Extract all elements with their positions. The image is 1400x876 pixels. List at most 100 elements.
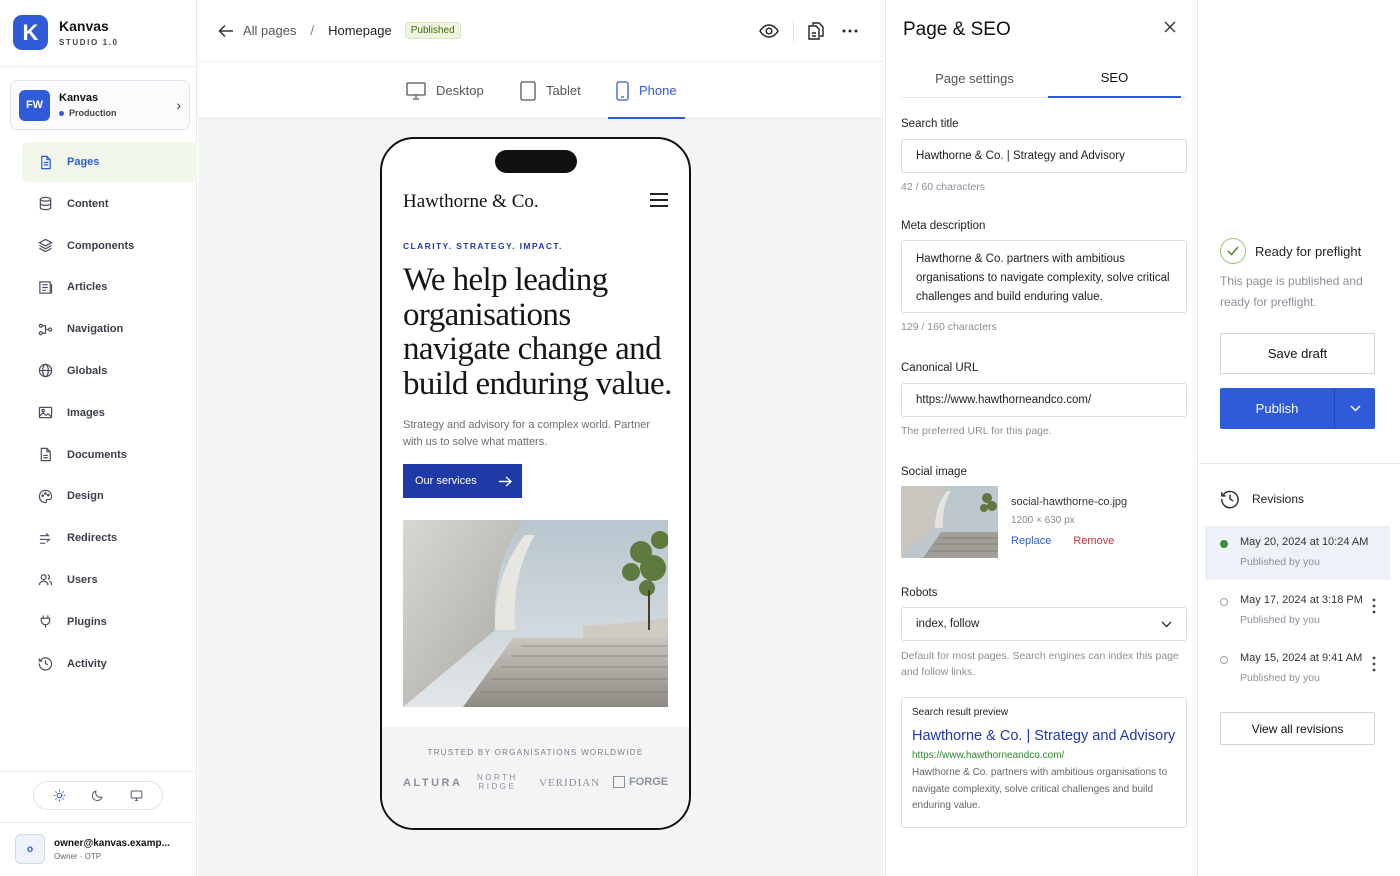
desktop-icon [406, 81, 426, 100]
sidebar-item-design[interactable]: Design [22, 476, 197, 516]
top-bar: All pages / Homepage Published [198, 0, 884, 62]
sidebar-item-navigation[interactable]: Navigation [22, 309, 197, 349]
preview-url: https://www.hawthorneandco.com/ [912, 750, 1065, 761]
history-icon [1221, 490, 1239, 509]
preview-eye-icon[interactable] [757, 19, 781, 43]
canonical-url-input[interactable]: https://www.hawthorneandco.com/ [901, 383, 1187, 417]
revision-item[interactable]: May 17, 2024 at 3:18 PM Published by you [1205, 584, 1390, 638]
revision-date: May 15, 2024 at 9:41 AM [1240, 652, 1363, 664]
sidebar-item-activity[interactable]: Activity [22, 644, 197, 684]
revision-author: Published by you [1240, 614, 1320, 626]
tab-page-settings[interactable]: Page settings [901, 58, 1048, 98]
breadcrumb-current-page: Homepage [328, 23, 392, 38]
sidebar-item-documents[interactable]: Documents [22, 435, 197, 475]
breadcrumb-all-pages[interactable]: All pages [243, 23, 296, 38]
document-icon [40, 447, 51, 462]
chevron-down-icon [1161, 621, 1172, 627]
moon-icon[interactable] [85, 786, 111, 806]
robots-label: Robots [901, 587, 938, 599]
sidebar: K Kanvas STUDIO 1.0 FW Kanvas Production… [0, 0, 197, 876]
workspace-switcher[interactable]: FW Kanvas Production › [10, 80, 190, 130]
user-role: Owner · OTP [54, 851, 102, 861]
theme-toggle[interactable] [33, 781, 163, 810]
more-icon[interactable] [838, 19, 862, 43]
tab-phone-label: Phone [639, 83, 677, 98]
client-logo-altura: ALTURA [403, 777, 463, 789]
redirect-icon [39, 532, 51, 544]
client-logo-text: FORGE [629, 776, 669, 788]
sidebar-item-redirects[interactable]: Redirects [22, 518, 197, 558]
sidebar-item-users[interactable]: Users [22, 560, 197, 600]
sidebar-item-plugins[interactable]: Plugins [22, 602, 197, 642]
revision-item[interactable]: May 15, 2024 at 9:41 AM Published by you [1205, 642, 1390, 696]
client-logo-veridian: VERIDIAN [539, 777, 601, 789]
breadcrumb-separator: / [310, 23, 315, 38]
tab-seo[interactable]: SEO [1048, 58, 1181, 98]
more-vertical-icon[interactable] [1372, 598, 1376, 614]
duplicate-icon[interactable] [804, 19, 828, 43]
layers-icon [38, 238, 53, 253]
sidebar-item-content[interactable]: Content [22, 184, 197, 224]
revision-date: May 17, 2024 at 3:18 PM [1240, 594, 1363, 606]
sidebar-item-articles[interactable]: Articles [22, 267, 197, 307]
meta-description-count: 129 / 160 characters [901, 321, 997, 333]
close-icon[interactable] [1163, 20, 1177, 34]
panel-tabs: Page settings SEO [901, 58, 1186, 98]
tab-tablet[interactable]: Tablet [520, 62, 581, 119]
chevron-right-icon: › [176, 97, 181, 113]
more-vertical-icon[interactable] [1372, 656, 1376, 672]
revision-item[interactable]: May 20, 2024 at 10:24 AM Published by yo… [1205, 526, 1390, 580]
replace-image-link[interactable]: Replace [1011, 535, 1051, 547]
panel-title: Page & SEO [903, 19, 1011, 40]
monitor-icon[interactable] [124, 786, 150, 806]
hamburger-menu-icon[interactable] [650, 193, 668, 207]
remove-image-link[interactable]: Remove [1073, 535, 1114, 547]
our-services-button[interactable]: Our services [403, 464, 522, 498]
revision-author: Published by you [1240, 556, 1320, 568]
hero-image [403, 520, 668, 707]
hero-eyebrow: CLARITY. STRATEGY. IMPACT. [403, 241, 563, 251]
image-icon [38, 407, 53, 419]
phone-icon [616, 80, 629, 101]
meta-description-textarea[interactable]: Hawthorne & Co. partners with ambitious … [901, 240, 1187, 313]
workspace-avatar: FW [19, 89, 50, 121]
sidebar-item-label: Activity [67, 657, 107, 670]
save-draft-button[interactable]: Save draft [1220, 333, 1375, 374]
sidebar-item-label: Components [67, 239, 135, 252]
sun-icon[interactable] [46, 786, 72, 806]
cta-label: Our services [415, 475, 477, 487]
sidebar-item-components[interactable]: Components [22, 226, 197, 266]
tab-tablet-label: Tablet [546, 83, 581, 98]
brand-name: Kanvas [59, 18, 109, 34]
workspace-environment: Production [69, 108, 117, 118]
page-seo-panel: Page & SEO Page settings SEO Search titl… [885, 0, 1198, 876]
palette-icon [38, 489, 53, 504]
search-result-preview: Search result preview Hawthorne & Co. | … [901, 697, 1187, 828]
publish-button[interactable]: Publish [1220, 388, 1335, 429]
social-image-thumbnail[interactable] [901, 486, 998, 558]
sidebar-item-globals[interactable]: Globals [22, 351, 197, 391]
search-title-input[interactable]: Hawthorne & Co. | Strategy and Advisory [901, 139, 1187, 173]
tab-desktop[interactable]: Desktop [406, 62, 484, 119]
publish-panel: Ready for preflight This page is publish… [1199, 0, 1400, 876]
phone-notch [495, 150, 577, 173]
phone-preview-frame[interactable]: Hawthorne & Co. CLARITY. STRATEGY. IMPAC… [380, 137, 691, 830]
status-badge: Published [404, 22, 461, 39]
client-logo-line: NORTH [477, 773, 518, 782]
robots-select[interactable]: index, follow [901, 607, 1187, 641]
user-menu[interactable]: o owner@kanvas.examp... Owner · OTP [15, 834, 170, 864]
tab-desktop-label: Desktop [436, 83, 484, 98]
tablet-icon [520, 80, 536, 101]
arrow-left-icon[interactable] [218, 24, 234, 38]
page-icon [41, 155, 51, 169]
sidebar-item-label: Design [67, 490, 104, 503]
publish-options-button[interactable] [1335, 388, 1375, 429]
brand[interactable]: K Kanvas STUDIO 1.0 [13, 15, 119, 50]
sidebar-item-images[interactable]: Images [22, 393, 197, 433]
site-logo[interactable]: Hawthorne & Co. [403, 191, 539, 213]
sidebar-item-pages[interactable]: Pages [22, 142, 197, 182]
tab-phone[interactable]: Phone [608, 62, 685, 119]
view-all-revisions-button[interactable]: View all revisions [1220, 712, 1375, 745]
plug-icon [40, 615, 51, 628]
users-icon [38, 574, 53, 586]
